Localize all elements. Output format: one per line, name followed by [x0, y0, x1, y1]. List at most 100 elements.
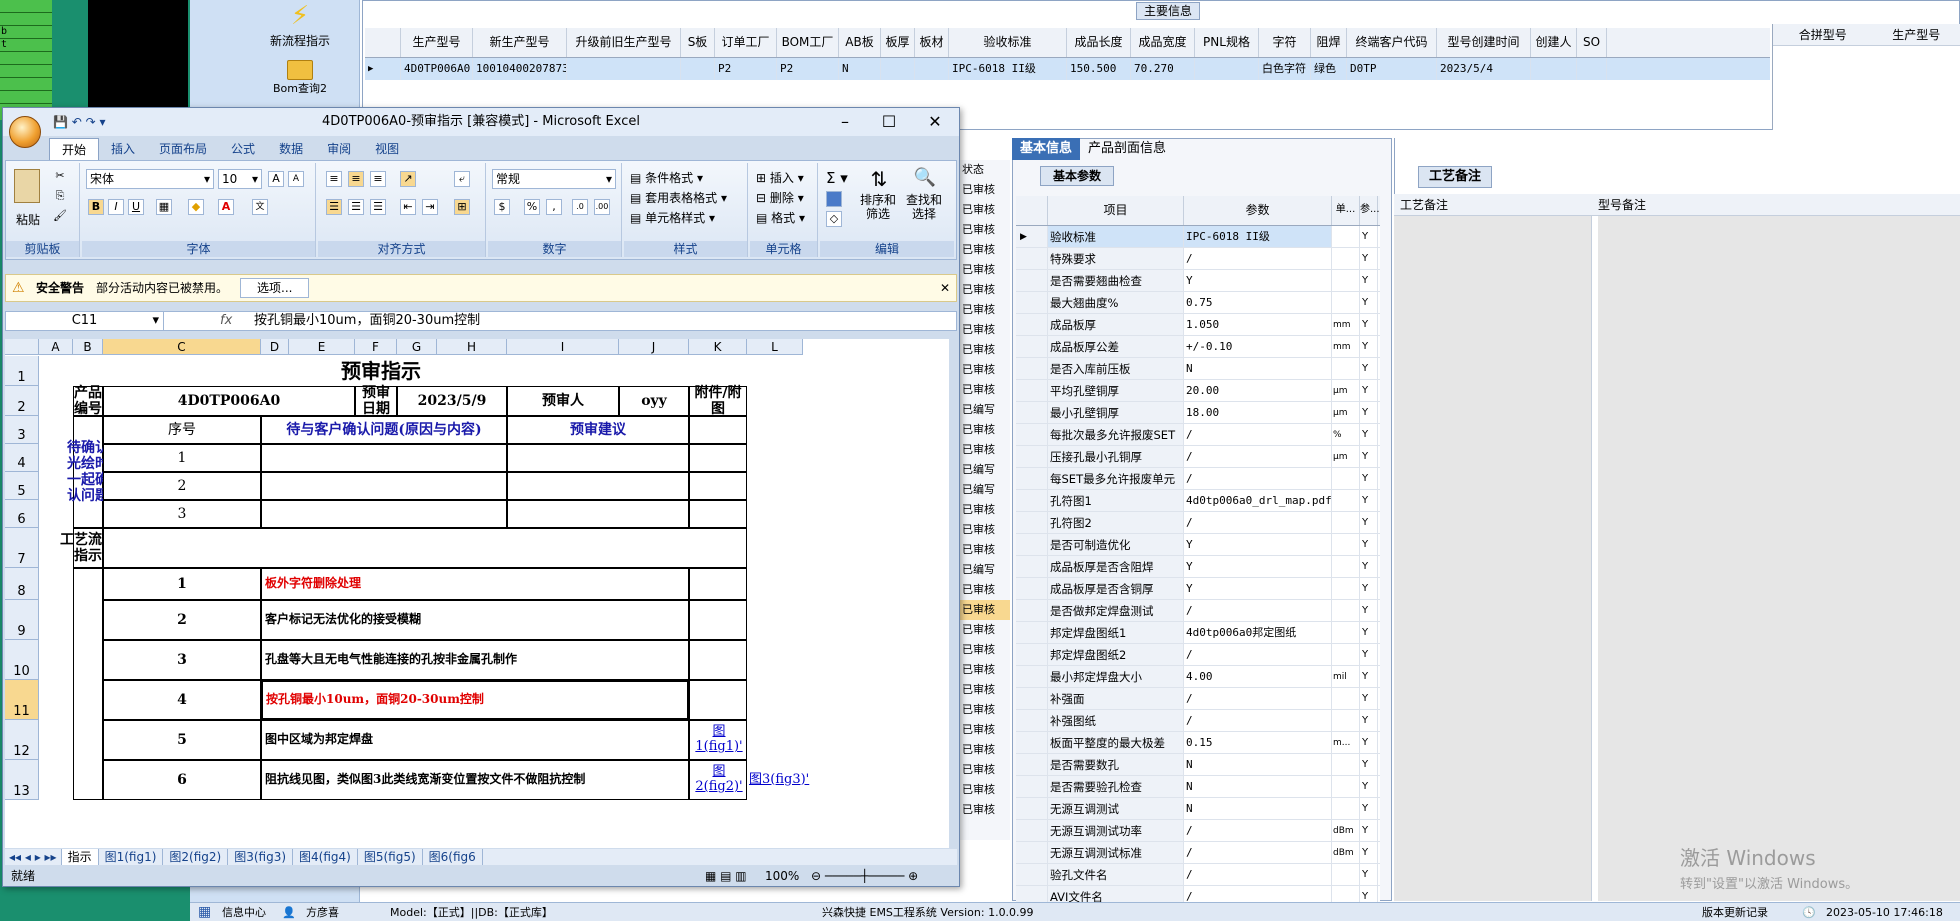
green-item[interactable]: b — [0, 26, 52, 39]
border-icon[interactable]: ▦ — [156, 199, 172, 215]
param-cell[interactable] — [1332, 644, 1360, 665]
col-header[interactable]: 终端客户代码 — [1347, 28, 1437, 57]
param-cell[interactable]: Y — [1360, 380, 1378, 401]
col-header[interactable]: 升级前旧生产型号 — [567, 28, 681, 57]
green-item[interactable] — [0, 0, 52, 13]
param-cell[interactable]: 最大翘曲度% — [1048, 292, 1184, 313]
step-number[interactable]: 6 — [103, 760, 261, 800]
param-cell[interactable]: / — [1184, 864, 1332, 885]
grid-cell[interactable] — [881, 58, 915, 80]
param-cell[interactable]: Y — [1360, 864, 1378, 885]
param-cell[interactable]: 4.00 — [1184, 666, 1332, 687]
sequence-label[interactable]: 序号 — [103, 416, 261, 444]
state-cell[interactable]: 已审核 — [960, 620, 1010, 640]
param-row[interactable]: 板面平整度的最大极差 0.15 m... Y — [1016, 732, 1380, 754]
notes-area[interactable] — [1394, 216, 1592, 901]
state-cell[interactable]: 状态 — [960, 160, 1010, 180]
tab-data[interactable]: 数据 — [267, 138, 315, 160]
param-cell[interactable]: Y — [1360, 710, 1378, 731]
cell-styles-button[interactable]: ▤ 单元格样式 ▾ — [630, 209, 715, 226]
issue-cell[interactable] — [261, 472, 507, 500]
state-cell[interactable]: 已审核 — [960, 340, 1010, 360]
step-number[interactable]: 5 — [103, 720, 261, 760]
col-header[interactable]: 成品长度 — [1067, 28, 1131, 57]
nav-new-process-button[interactable]: ⚡ 新流程指示 — [250, 0, 350, 49]
param-cell[interactable]: µm — [1332, 380, 1360, 401]
param-cell[interactable] — [1332, 710, 1360, 731]
state-cell[interactable]: 已审核 — [960, 300, 1010, 320]
param-cell[interactable]: 验收标准 — [1048, 226, 1184, 247]
shrink-font-icon[interactable]: A — [288, 171, 304, 187]
param-row[interactable]: 成品板厚公差 +/-0.10 mm Y — [1016, 336, 1380, 358]
param-cell[interactable]: Y — [1360, 248, 1378, 269]
col-header[interactable]: BOM工厂 — [777, 28, 839, 57]
autosum-icon[interactable]: Σ ▾ — [826, 169, 848, 187]
param-cell[interactable]: 成品板厚是否含铜厚 — [1048, 578, 1184, 599]
zoom-slider[interactable]: ⊖ ─────┼───── ⊕ — [811, 867, 918, 885]
state-cell[interactable]: 已审核 — [960, 740, 1010, 760]
state-cell[interactable]: 已审核 — [960, 220, 1010, 240]
param-row[interactable]: 无源互调测试 N Y — [1016, 798, 1380, 820]
advice-cell[interactable] — [507, 444, 689, 472]
param-row[interactable]: 无源互调测试标准 / dBm Y — [1016, 842, 1380, 864]
worksheet[interactable]: A B C D E F G H I J K L 1 2 3 4 5 6 7 8 9 10 11 12 13 预审指示 产品 编号 4D… — [5, 339, 949, 848]
param-cell[interactable]: Y — [1360, 820, 1378, 841]
param-cell[interactable] — [1332, 578, 1360, 599]
param-cell[interactable]: 是否可制造优化 — [1048, 534, 1184, 555]
sheet-tab[interactable]: 图1(fig1) — [99, 849, 164, 865]
sheet-tab[interactable]: 图2(fig2) — [163, 849, 229, 865]
param-row[interactable]: 无源互调测试功率 / dBm Y — [1016, 820, 1380, 842]
param-cell[interactable]: 4d0tp006a0_drl_map.pdf — [1184, 490, 1332, 511]
col-header[interactable]: PNL规格 — [1195, 28, 1259, 57]
state-cell[interactable]: 已审核 — [960, 780, 1010, 800]
confirm-issues-label[interactable]: 待确认 光绘时 一起确 认问题 — [67, 416, 109, 528]
param-row[interactable]: 是否需要数孔 N Y — [1016, 754, 1380, 776]
grid-cell[interactable] — [1195, 58, 1259, 80]
state-cell[interactable]: 已编写 — [960, 480, 1010, 500]
column-header[interactable]: H — [437, 339, 507, 355]
param-row[interactable]: 压接孔最小孔铜厚 / µm Y — [1016, 446, 1380, 468]
sheet-tab[interactable]: 图4(fig4) — [293, 849, 358, 865]
minimize-icon[interactable]: – — [825, 110, 865, 134]
param-cell[interactable]: N — [1184, 776, 1332, 797]
state-cell[interactable]: 已审核 — [960, 360, 1010, 380]
row-header[interactable]: 7 — [5, 528, 39, 568]
state-cell[interactable]: 已审核 — [960, 700, 1010, 720]
reviewer[interactable]: oyy — [619, 386, 689, 416]
param-cell[interactable]: 最小孔壁铜厚 — [1048, 402, 1184, 423]
param-cell[interactable] — [1332, 622, 1360, 643]
param-cell[interactable] — [1332, 798, 1360, 819]
state-cell[interactable]: 已审核 — [960, 200, 1010, 220]
sort-filter-icon[interactable]: ⇅ — [866, 167, 892, 193]
grid-cell[interactable] — [567, 58, 681, 80]
row-header[interactable]: 9 — [5, 600, 39, 640]
number-format-select[interactable]: 常规 ▾ — [492, 169, 616, 189]
param-cell[interactable]: / — [1184, 468, 1332, 489]
col-header[interactable]: 成品宽度 — [1131, 28, 1195, 57]
step-text[interactable]: 孔盘等大且无电气性能连接的孔按非金属孔制作 — [261, 640, 689, 680]
col-header[interactable]: 工艺备注 — [1394, 194, 1592, 215]
attach-cell[interactable] — [689, 416, 747, 444]
state-cell[interactable]: 已审核 — [960, 600, 1010, 620]
increase-indent-icon[interactable]: ⇥ — [422, 199, 438, 215]
column-header[interactable]: F — [355, 339, 397, 355]
param-cell[interactable]: / — [1184, 688, 1332, 709]
param-cell[interactable]: Y — [1184, 578, 1332, 599]
state-cell[interactable]: 已审核 — [960, 440, 1010, 460]
product-number[interactable]: 4D0TP006A0 — [103, 386, 355, 416]
param-cell[interactable]: Y — [1360, 226, 1378, 247]
param-cell[interactable] — [1332, 358, 1360, 379]
formula-input[interactable]: 按孔铜最小10um，面铜20-30um控制 — [254, 312, 480, 330]
main-grid-row[interactable]: ▶ 4D0TP006A0 10010400207873 P2 P2 N IPC-… — [365, 58, 1770, 80]
param-cell[interactable]: Y — [1360, 402, 1378, 423]
param-cell[interactable]: Y — [1360, 534, 1378, 555]
param-cell[interactable] — [1332, 248, 1360, 269]
decrease-decimal-icon[interactable]: .00 — [594, 199, 610, 215]
sheet-title[interactable]: 预审指示 — [73, 356, 689, 386]
param-cell[interactable]: 特殊要求 — [1048, 248, 1184, 269]
col-header[interactable]: 项目 — [1048, 196, 1184, 225]
find-select-label[interactable]: 查找和 选择 — [906, 193, 942, 221]
column-header[interactable]: B — [73, 339, 103, 355]
param-cell[interactable]: Y — [1184, 534, 1332, 555]
col-header[interactable]: 参数 — [1184, 196, 1332, 225]
